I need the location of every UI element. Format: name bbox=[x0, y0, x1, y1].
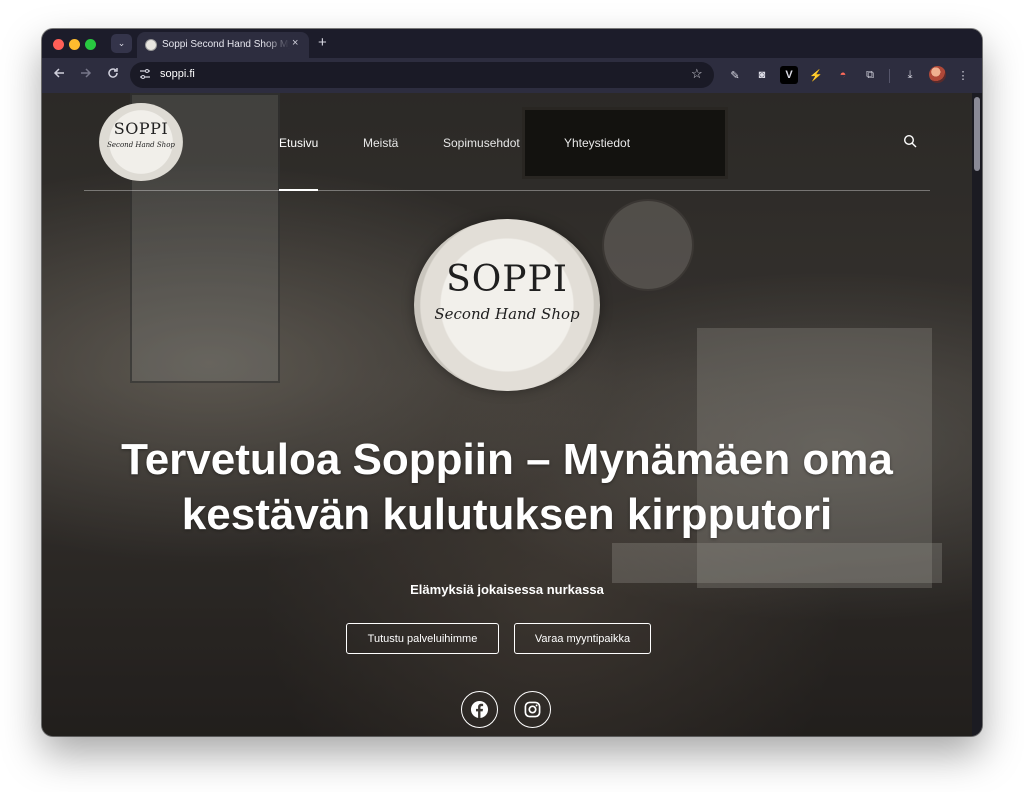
logo-name: SOPPI bbox=[113, 119, 169, 138]
minimize-window-button[interactable] bbox=[69, 39, 80, 50]
hero-subtitle: Elämyksiä jokaisessa nurkassa bbox=[410, 582, 604, 597]
tab-close-icon[interactable]: × bbox=[292, 37, 298, 49]
chevron-down-icon: ⌄ bbox=[117, 38, 126, 48]
arrow-left-icon bbox=[53, 68, 64, 78]
hero-logo-name: SOPPI bbox=[446, 259, 568, 300]
site-settings-icon[interactable] bbox=[138, 68, 152, 82]
toolbar-divider bbox=[889, 69, 890, 83]
nav-link-etusivu[interactable]: Etusivu bbox=[279, 136, 318, 150]
search-icon[interactable] bbox=[903, 134, 917, 148]
hero-logo: SOPPI Second Hand Shop bbox=[414, 219, 600, 391]
header-divider bbox=[84, 190, 930, 191]
page-viewport: SOPPI Second Hand Shop Etusivu Meistä So… bbox=[42, 93, 972, 736]
reload-button[interactable] bbox=[107, 67, 119, 83]
services-button[interactable]: Tutustu palveluihimme bbox=[346, 623, 499, 654]
facebook-link[interactable] bbox=[461, 691, 498, 728]
site-logo[interactable]: SOPPI Second Hand Shop bbox=[99, 103, 183, 181]
browser-toolbar: soppi.fi ☆ ✎ ◙ V ⚡ ◓ ⧉ ⤓ ⋮ bbox=[42, 58, 982, 93]
pokeball-extension-icon[interactable]: ◓ bbox=[834, 66, 852, 84]
nav-link-meista[interactable]: Meistä bbox=[363, 136, 398, 150]
back-button[interactable] bbox=[53, 67, 65, 83]
close-window-button[interactable] bbox=[53, 39, 64, 50]
maximize-window-button[interactable] bbox=[85, 39, 96, 50]
page-scrollbar[interactable] bbox=[972, 93, 982, 736]
browser-window: ⌄ Soppi Second Hand Shop Mynämäki × + so… bbox=[42, 29, 982, 736]
scrollbar-thumb[interactable] bbox=[974, 97, 980, 171]
new-tab-button[interactable]: + bbox=[318, 34, 327, 51]
eyedropper-extension-icon[interactable]: ✎ bbox=[726, 66, 744, 84]
book-stall-button[interactable]: Varaa myyntipaikka bbox=[514, 623, 651, 654]
site-favicon-icon bbox=[145, 39, 157, 51]
hero-title: Tervetuloa Soppiin – Mynämäen oma kestäv… bbox=[121, 435, 893, 539]
address-bar[interactable]: soppi.fi ☆ bbox=[130, 62, 714, 88]
hero-logo-tagline: Second Hand Shop bbox=[434, 305, 580, 323]
bolt-extension-icon[interactable]: ⚡ bbox=[807, 66, 825, 84]
nav-link-sopimusehdot[interactable]: Sopimusehdot bbox=[443, 136, 520, 150]
bookmark-star-icon[interactable]: ☆ bbox=[691, 66, 703, 82]
puzzle-extensions-icon[interactable]: ⧉ bbox=[861, 66, 879, 84]
instagram-icon bbox=[524, 701, 541, 718]
forward-button[interactable] bbox=[80, 67, 92, 83]
arrow-right-icon bbox=[81, 68, 92, 78]
instagram-link[interactable] bbox=[514, 691, 551, 728]
reload-icon bbox=[108, 68, 118, 78]
camera-extension-icon[interactable]: ◙ bbox=[753, 66, 771, 84]
facebook-icon bbox=[470, 700, 489, 719]
profile-avatar[interactable] bbox=[929, 66, 946, 83]
nav-link-yhteystiedot[interactable]: Yhteystiedot bbox=[564, 136, 630, 150]
logo-tagline: Second Hand Shop bbox=[107, 141, 175, 149]
url-text[interactable]: soppi.fi bbox=[160, 68, 195, 80]
active-tab[interactable]: Soppi Second Hand Shop Mynämäki × bbox=[137, 32, 309, 58]
tab-search-button[interactable]: ⌄ bbox=[111, 34, 132, 53]
tab-title: Soppi Second Hand Shop Mynämäki bbox=[162, 39, 290, 50]
kebab-menu-icon[interactable]: ⋮ bbox=[954, 66, 972, 84]
tab-strip: ⌄ Soppi Second Hand Shop Mynämäki × + bbox=[42, 29, 982, 58]
v-extension-icon[interactable]: V bbox=[780, 66, 798, 84]
download-icon[interactable]: ⤓ bbox=[901, 66, 919, 84]
